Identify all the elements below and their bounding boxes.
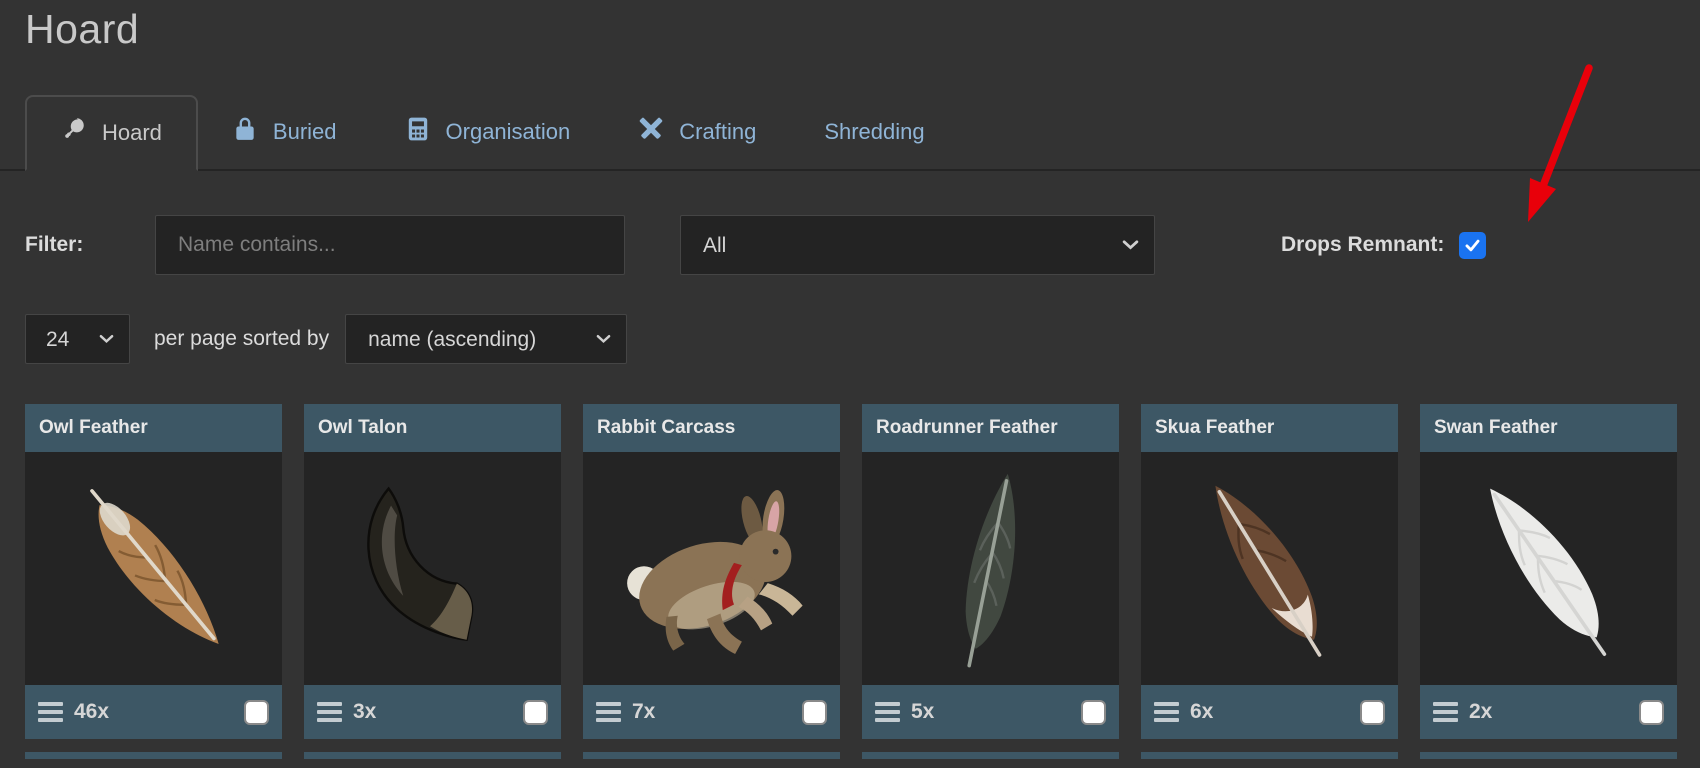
details-icon[interactable] — [38, 702, 63, 722]
tab-crafting[interactable]: Crafting — [604, 95, 790, 169]
per-page-row: 24 per page sorted by name (ascending) — [25, 314, 1700, 364]
next-row-card — [1141, 752, 1398, 759]
name-filter-input[interactable] — [155, 215, 625, 275]
item-image-rabbit-carcass[interactable] — [583, 452, 840, 685]
next-row-card — [25, 752, 282, 759]
tab-hoard[interactable]: Hoard — [25, 95, 198, 171]
item-quantity: 3x — [353, 700, 376, 724]
item-footer: 2x — [1420, 685, 1677, 739]
item-card-rabbit-carcass: Rabbit Carcass 7x — [583, 404, 840, 739]
item-footer: 3x — [304, 685, 561, 739]
tools-icon — [638, 116, 664, 148]
sort-select[interactable]: name (ascending) — [345, 314, 627, 364]
page-title: Hoard — [25, 6, 1700, 53]
item-card-owl-talon: Owl Talon 3x — [304, 404, 561, 739]
item-name: Rabbit Carcass — [583, 404, 840, 452]
item-quantity: 7x — [632, 700, 655, 724]
filter-row: Filter: All Drops Remnant: — [25, 215, 1700, 275]
tab-shredding[interactable]: Shredding — [790, 95, 958, 169]
item-name: Swan Feather — [1420, 404, 1677, 452]
item-name: Skua Feather — [1141, 404, 1398, 452]
item-select-checkbox[interactable] — [1081, 700, 1106, 725]
drops-remnant-group: Drops Remnant: — [1281, 232, 1486, 259]
next-row-card — [304, 752, 561, 759]
item-quantity: 6x — [1190, 700, 1213, 724]
item-image-owl-feather[interactable] — [25, 452, 282, 685]
item-name: Roadrunner Feather — [862, 404, 1119, 452]
details-icon[interactable] — [875, 702, 900, 722]
details-icon[interactable] — [317, 702, 342, 722]
feather-art — [51, 460, 256, 678]
calculator-icon — [405, 116, 431, 148]
drumstick-icon — [61, 117, 87, 149]
item-footer: 46x — [25, 685, 282, 739]
item-select-checkbox[interactable] — [1639, 700, 1664, 725]
item-quantity: 2x — [1469, 700, 1492, 724]
item-quantity: 5x — [911, 700, 934, 724]
drops-remnant-label: Drops Remnant: — [1281, 233, 1444, 257]
tab-label: Shredding — [824, 119, 924, 145]
item-card-owl-feather: Owl Feather 46x — [25, 404, 282, 739]
item-select-checkbox[interactable] — [1360, 700, 1385, 725]
item-image-roadrunner-feather[interactable] — [862, 452, 1119, 685]
item-card-swan-feather: Swan Feather 2x — [1420, 404, 1677, 739]
per-page-select[interactable]: 24 — [25, 314, 130, 364]
tab-label: Organisation — [446, 119, 571, 145]
tab-label: Hoard — [102, 120, 162, 146]
talon-art — [335, 469, 530, 669]
details-icon[interactable] — [1154, 702, 1179, 722]
item-image-skua-feather[interactable] — [1141, 452, 1398, 685]
next-row-card — [1420, 752, 1677, 759]
item-select-checkbox[interactable] — [802, 700, 827, 725]
tab-organisation[interactable]: Organisation — [371, 95, 605, 169]
tab-buried[interactable]: Buried — [198, 95, 371, 169]
tab-bar: Hoard Buried Organisation Crafting Shred… — [0, 95, 1700, 171]
item-footer: 5x — [862, 685, 1119, 739]
next-row-card — [862, 752, 1119, 759]
item-select-checkbox[interactable] — [244, 700, 269, 725]
details-icon[interactable] — [596, 702, 621, 722]
lock-icon — [232, 116, 258, 148]
item-card-roadrunner-feather: Roadrunner Feather 5x — [862, 404, 1119, 739]
item-grid: Owl Feather 46x Owl Talon — [25, 404, 1700, 739]
item-name: Owl Feather — [25, 404, 282, 452]
item-image-owl-talon[interactable] — [304, 452, 561, 685]
item-footer: 6x — [1141, 685, 1398, 739]
rabbit-art — [599, 471, 824, 666]
item-image-swan-feather[interactable] — [1420, 452, 1677, 685]
next-row-card — [583, 752, 840, 759]
drops-remnant-checkbox[interactable] — [1459, 232, 1486, 259]
details-icon[interactable] — [1433, 702, 1458, 722]
tab-label: Crafting — [679, 119, 756, 145]
item-name: Owl Talon — [304, 404, 561, 452]
feather-art — [896, 463, 1086, 675]
item-select-checkbox[interactable] — [523, 700, 548, 725]
item-footer: 7x — [583, 685, 840, 739]
filter-label: Filter: — [25, 233, 155, 257]
category-select[interactable]: All — [680, 215, 1155, 275]
check-icon — [1463, 236, 1482, 255]
next-row-partial — [25, 752, 1700, 759]
tab-label: Buried — [273, 119, 337, 145]
item-card-skua-feather: Skua Feather 6x — [1141, 404, 1398, 739]
per-page-text: per page sorted by — [154, 327, 329, 351]
item-quantity: 46x — [74, 700, 109, 724]
feather-art — [1167, 460, 1372, 678]
feather-art — [1446, 460, 1651, 678]
